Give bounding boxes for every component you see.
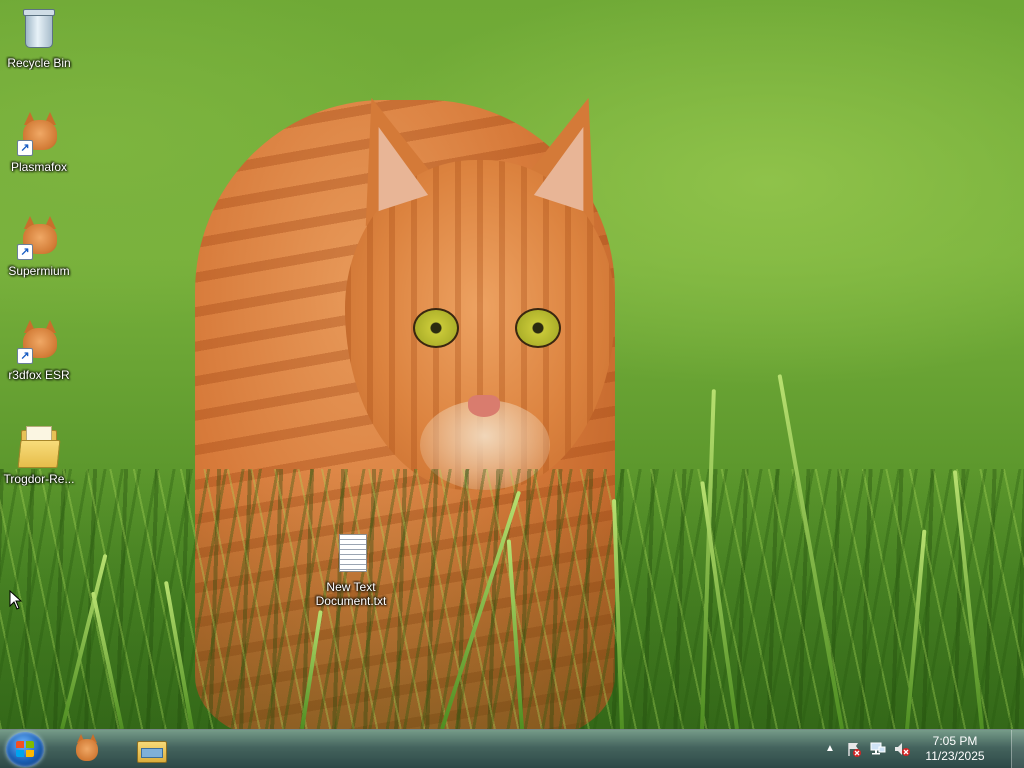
cat-browser-icon: ↗ bbox=[15, 110, 63, 158]
desktop-icon-trogdor-folder[interactable]: Trogdor-Re... bbox=[1, 422, 77, 486]
network-icon[interactable] bbox=[870, 741, 886, 757]
clock[interactable]: 7:05 PM 11/23/2025 bbox=[920, 734, 990, 764]
taskbar-pinned-cat-browser[interactable] bbox=[64, 732, 110, 767]
desktop-icon-label: Trogdor-Re... bbox=[3, 472, 75, 486]
show-desktop-button[interactable] bbox=[1011, 730, 1024, 768]
folder-icon bbox=[15, 422, 63, 470]
desktop-icon-recycle-bin[interactable]: Recycle Bin bbox=[1, 6, 77, 70]
desktop-icon-label: r3dfox ESR bbox=[8, 368, 70, 382]
clock-date: 11/23/2025 bbox=[925, 749, 985, 763]
show-hidden-icons-icon[interactable]: ▲ bbox=[822, 741, 838, 757]
start-button[interactable] bbox=[6, 732, 44, 767]
shortcut-arrow-icon: ↗ bbox=[17, 244, 33, 260]
text-file-icon bbox=[327, 530, 375, 578]
desktop-icon-plasmafox[interactable]: ↗ Plasmafox bbox=[1, 110, 77, 174]
desktop-icon-r3dfox-esr[interactable]: ↗ r3dfox ESR bbox=[1, 318, 77, 382]
clock-time: 7:05 PM bbox=[932, 734, 978, 748]
wallpaper-grass bbox=[0, 374, 1024, 729]
windows-logo-icon bbox=[16, 741, 34, 758]
desktop-icon-supermium[interactable]: ↗ Supermium bbox=[1, 214, 77, 278]
desktop-icon-label: Supermium bbox=[8, 264, 70, 278]
desktop-icon-new-text-document[interactable]: New Text Document.txt bbox=[312, 530, 390, 608]
action-center-flag-icon[interactable] bbox=[846, 741, 862, 757]
taskbar-pinned-file-explorer[interactable] bbox=[128, 732, 174, 767]
taskbar: ▲ 7:05 PM 11/23/2025 bbox=[0, 729, 1024, 768]
shortcut-arrow-icon: ↗ bbox=[17, 348, 33, 364]
volume-muted-icon[interactable] bbox=[894, 741, 910, 757]
cat-browser-icon: ↗ bbox=[15, 214, 63, 262]
cat-browser-icon: ↗ bbox=[15, 318, 63, 366]
desktop[interactable]: Recycle Bin ↗ Plasmafox ↗ Supermium ↗ r3… bbox=[0, 0, 1024, 729]
shortcut-arrow-icon: ↗ bbox=[17, 140, 33, 156]
desktop-icon-label: Plasmafox bbox=[10, 160, 68, 174]
recycle-bin-icon bbox=[15, 6, 63, 54]
desktop-icon-label: New Text Document.txt bbox=[315, 580, 387, 608]
desktop-icon-label: Recycle Bin bbox=[7, 56, 71, 70]
system-tray: ▲ 7:05 PM 11/23/2025 bbox=[820, 730, 1010, 768]
